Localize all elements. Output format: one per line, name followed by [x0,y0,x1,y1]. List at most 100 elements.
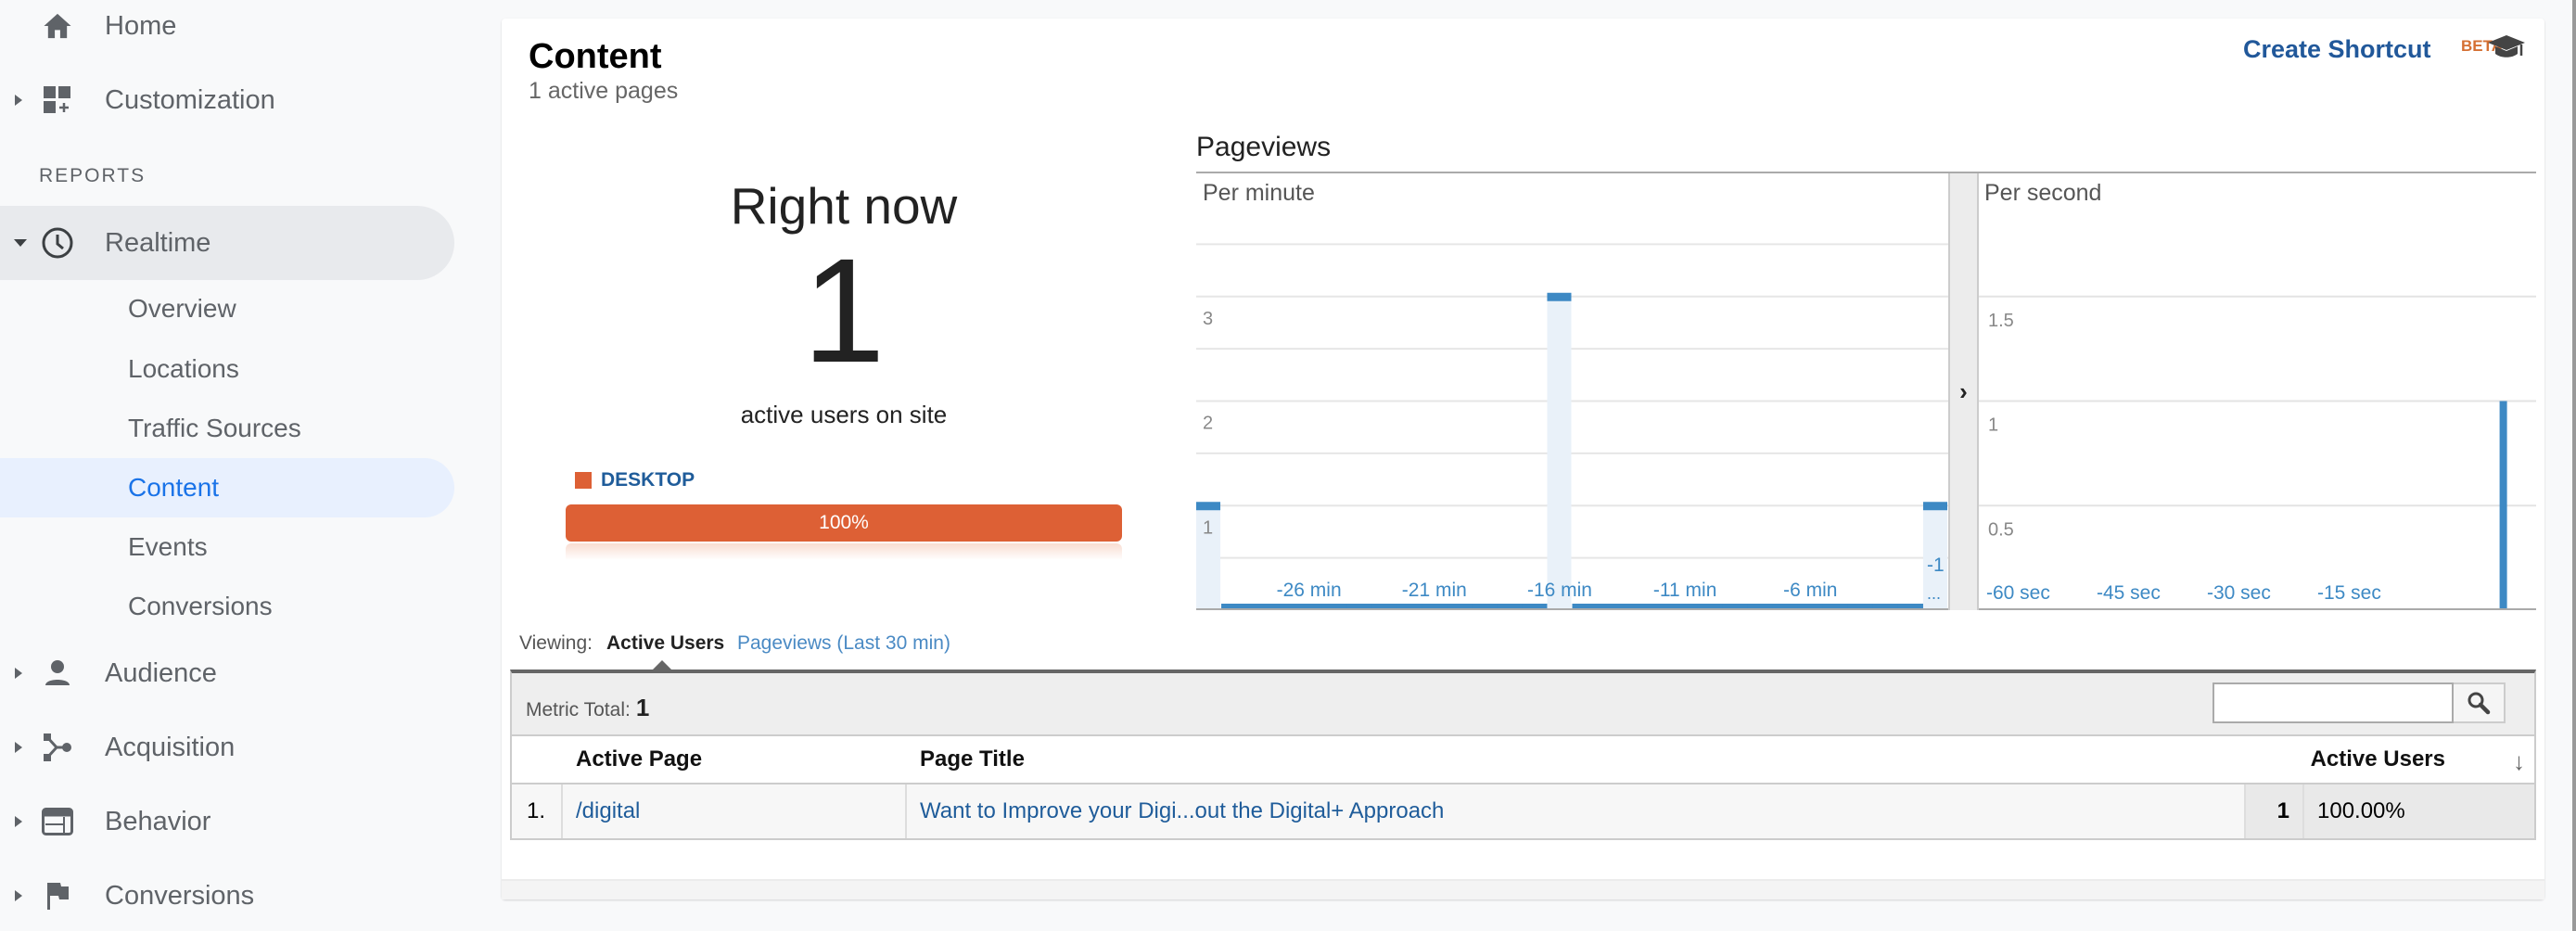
content-report-card: Content 1 active pages Create Shortcut B… [502,19,2544,899]
sidebar-item-audience[interactable]: Audience [0,645,454,701]
bar[interactable] [1647,604,1674,608]
pageviews-title: Pageviews [1196,132,1332,162]
reports-section-header: REPORTS [39,165,147,186]
sort-descending-icon[interactable]: ↓ [2513,747,2525,776]
sidebar-item-label: Events [128,532,208,561]
bar[interactable] [1747,604,1774,608]
bar[interactable] [1321,604,1347,608]
search-icon [2468,692,2491,715]
sidebar-item-label: Overview [128,294,236,323]
bar[interactable] [1497,604,1523,608]
table-row: 1. /digital Want to Improve your Digi...… [512,784,2534,838]
column-header-active-page[interactable]: Active Page [563,736,907,783]
active-tab-pointer [653,660,671,670]
sidebar-item-acquisition[interactable]: Acquisition [0,720,454,775]
active-users-value: 1 [2246,784,2304,838]
bar[interactable] [1822,604,1849,608]
table-search-button[interactable] [2454,682,2506,723]
caret-right-icon [13,93,28,108]
y-tick-label: 0.5 [1988,519,2014,540]
bar[interactable] [1672,604,1699,608]
sidebar-item-behavior[interactable]: Behavior [0,794,454,849]
viewing-label: Viewing: [519,632,593,654]
sidebar-item-content[interactable]: Content [0,458,454,517]
bar[interactable] [1271,604,1297,608]
bar[interactable] [1847,604,1874,608]
caret-right-icon [13,740,28,755]
sidebar-item-realtime[interactable]: Realtime [0,206,454,280]
x-tick-label: -45 sec [2097,582,2161,604]
x-tick-label: -60 sec [1986,582,2050,604]
person-icon [39,655,76,692]
sidebar-item-label: Audience [105,657,217,688]
sidebar-item-conversions[interactable]: Conversions [0,868,454,924]
expand-per-second-toggle[interactable]: › [1948,173,1979,610]
metric-total-row: Metric Total: 1 [512,673,2534,736]
active-pages-table: Metric Total: 1 Active Page Page Title Ac… [510,670,2536,840]
web-layout-icon [39,803,76,840]
device-share-bar[interactable]: 100% [566,504,1122,542]
bar[interactable] [1346,604,1372,608]
x-tick-label: -30 sec [2207,582,2271,604]
per-second-chart: 0.5 1 1.5 -60 sec -45 sec -30 sec -15 sec [1979,295,2536,611]
sidebar-item-overview[interactable]: Overview [0,280,454,338]
sidebar-item-label: Conversions [105,880,255,911]
bar[interactable] [1396,604,1422,608]
sidebar-item-realtime-conversions[interactable]: Conversions [0,578,454,635]
bar[interactable] [1922,502,1947,511]
bar[interactable] [1196,502,1221,511]
page-title-link[interactable]: Want to Improve your Digi...out the Digi… [907,784,2246,838]
x-tick-label: -6 min [1783,580,1837,601]
sidebar-item-label: Content [128,473,220,502]
sidebar-item-events[interactable]: Events [0,518,454,576]
sidebar-item-label: Locations [128,354,239,383]
row-index: 1. [512,784,563,838]
merge-icon [39,729,76,766]
active-users-percent: 100.00% [2304,784,2534,838]
sidebar: Home Customization REPORTS Realtime Over… [0,0,501,931]
tab-active-users[interactable]: Active Users [606,632,724,655]
create-shortcut-link[interactable]: Create Shortcut [2243,35,2431,64]
bar[interactable] [1772,604,1799,608]
table-search-input[interactable] [2213,682,2454,723]
sidebar-item-traffic-sources[interactable]: Traffic Sources [0,400,454,457]
bar[interactable] [1221,604,1247,608]
bar[interactable] [1597,604,1624,608]
sidebar-item-label: Acquisition [105,732,236,762]
x-tick-label: -26 min [1277,580,1342,601]
bar[interactable] [1572,604,1599,608]
active-pages-count: 1 active pages [529,78,679,104]
bar[interactable] [1472,604,1498,608]
bar[interactable] [1722,604,1749,608]
sidebar-item-customization[interactable]: Customization [0,72,454,128]
sidebar-item-home[interactable]: Home [0,0,454,54]
column-header-page-title[interactable]: Page Title [907,736,2246,783]
bar[interactable] [1547,292,1572,301]
bar[interactable] [1296,604,1322,608]
bar[interactable] [1897,604,1924,608]
window-scrollbar[interactable] [2572,0,2576,931]
column-header-active-users[interactable]: Active Users [2246,736,2534,783]
x-tick-label: -16 min [1527,580,1592,601]
column-header-index [512,736,563,783]
device-bar-reflection [566,543,1122,560]
active-page-link[interactable]: /digital [563,784,907,838]
sidebar-item-locations[interactable]: Locations [0,340,454,398]
flag-icon [39,877,76,914]
bar[interactable] [1522,604,1548,608]
bar[interactable] [1622,604,1649,608]
x-tick-label: -1 [1927,555,1945,576]
bar[interactable] [1422,604,1447,608]
bar[interactable] [1371,604,1397,608]
caret-right-icon [13,666,28,681]
sidebar-item-label: Customization [105,84,275,115]
bar[interactable] [2499,401,2507,611]
tab-pageviews-last-30-min[interactable]: Pageviews (Last 30 min) [737,632,950,655]
bar[interactable] [1697,604,1724,608]
per-second-label: Per second [1984,180,2102,206]
bar[interactable] [1246,604,1272,608]
bar[interactable] [1872,604,1899,608]
bar[interactable] [1797,604,1824,608]
graduation-cap-icon[interactable] [2486,33,2527,61]
bar[interactable] [1447,604,1473,608]
